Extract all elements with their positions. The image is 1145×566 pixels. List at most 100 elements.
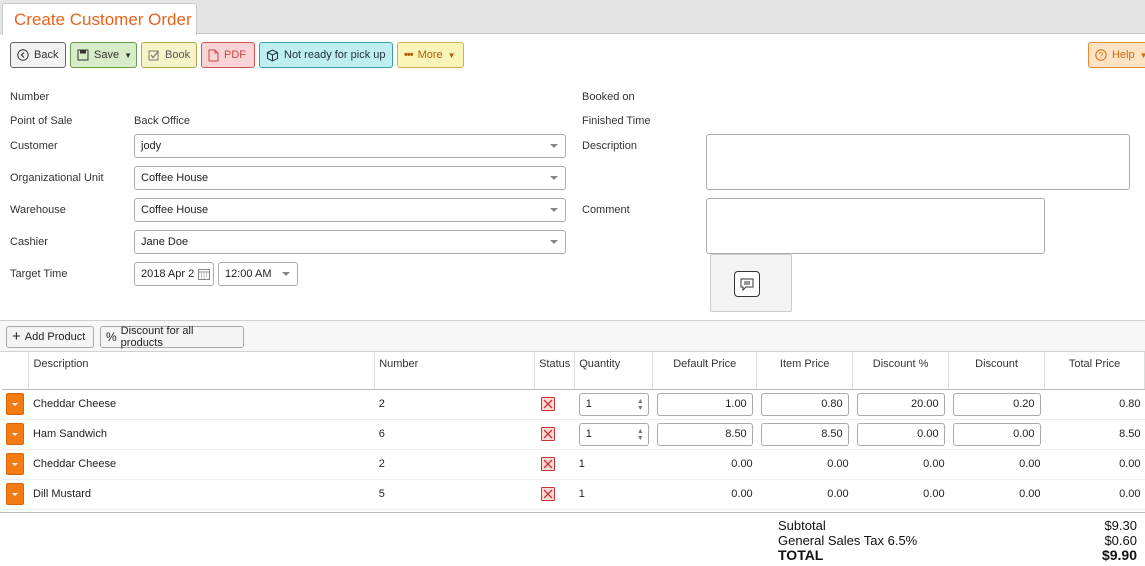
back-label: Back	[34, 49, 59, 61]
box-icon	[266, 48, 279, 62]
discount-all-button[interactable]: % Discount for all products	[100, 325, 244, 349]
col-number-header[interactable]: Number	[374, 352, 536, 390]
table-row: Ham Sandwich 6 1 ▲ ▼ 8.50 8.50 0.00 0.00 8…	[2, 419, 1145, 450]
status-x-icon[interactable]	[540, 487, 555, 501]
add-product-button[interactable]: + Add Product	[6, 326, 94, 348]
quantity-value: 1	[585, 427, 592, 440]
tab-bar: Create Customer Order	[0, 0, 1145, 35]
quantity-cell: 1	[574, 449, 653, 480]
description-label: Description	[582, 140, 638, 152]
cashier-select[interactable]: Jane Doe	[134, 230, 566, 254]
chevron-down-icon: ▼	[124, 50, 132, 60]
discount-input[interactable]: 0.00	[952, 422, 1041, 446]
discount-all-label: Discount for all products	[120, 325, 194, 349]
description-textarea[interactable]	[706, 134, 1130, 190]
default-price-input[interactable]: 8.50	[656, 422, 753, 446]
col-quantity-header[interactable]: Quantity	[574, 352, 654, 390]
row-menu-button[interactable]	[6, 483, 24, 505]
quantity-stepper[interactable]: 1 ▲ ▼	[578, 422, 649, 446]
tab-create-customer-order[interactable]: Create Customer Order	[2, 3, 197, 35]
status-x-icon[interactable]	[540, 457, 555, 471]
total-label: TOTAL	[778, 547, 824, 563]
chevron-down-icon	[12, 492, 18, 496]
add-product-label: Add Product	[24, 331, 86, 343]
help-label: Help	[1112, 49, 1135, 61]
col-status-header[interactable]: Status	[534, 352, 576, 390]
customer-select[interactable]: jody	[134, 134, 566, 158]
cashier-label: Cashier	[10, 236, 48, 248]
col-discount-pct-header[interactable]: Discount %	[852, 352, 950, 390]
discount-input[interactable]: 0.20	[952, 392, 1041, 416]
chevron-down-icon	[282, 272, 290, 276]
number-cell: 5	[374, 479, 535, 510]
number-label: Number	[10, 91, 50, 103]
target-time-label: Target Time	[10, 268, 68, 280]
quantity-stepper[interactable]: 1 ▲ ▼	[578, 392, 649, 416]
row-menu-cell	[2, 479, 29, 510]
target-time-value: 12:00 AM	[225, 268, 272, 280]
save-button[interactable]: Save ▼	[70, 42, 137, 68]
col-discount-header[interactable]: Discount	[948, 352, 1046, 390]
description-cell: Cheddar Cheese	[28, 389, 375, 420]
item-price-cell: 8.50	[756, 419, 853, 450]
item-price-input[interactable]: 0.80	[760, 392, 849, 416]
row-menu-button[interactable]	[6, 393, 24, 415]
item-price-input[interactable]: 8.50	[760, 422, 849, 446]
row-menu-cell	[2, 449, 29, 480]
discount-cell: 0.00	[948, 479, 1045, 510]
chevron-down-icon: ▼	[1139, 50, 1145, 60]
order-lines-table: Description Number Status Quantity Defau…	[2, 352, 1145, 510]
col-default-price-header[interactable]: Default Price	[652, 352, 758, 390]
table-row: Cheddar Cheese 2 1 ▲ ▼ 1.00 0.80 20.00 0.2…	[2, 389, 1145, 420]
table-row: Cheddar Cheese 2 1 0.00 0.00 0.00 0.00 0…	[2, 449, 1145, 480]
pdf-button[interactable]: PDF	[201, 42, 255, 68]
svg-text:?: ?	[1099, 51, 1104, 60]
org-unit-select[interactable]: Coffee House	[134, 166, 566, 190]
target-time-select[interactable]: 12:00 AM	[218, 262, 298, 286]
status-x-icon[interactable]	[540, 397, 555, 411]
comment-textarea[interactable]	[706, 198, 1045, 254]
point-of-sale-value: Back Office	[134, 115, 191, 127]
comment-label: Comment	[582, 204, 630, 216]
product-actions-bar: + Add Product % Discount for all product…	[0, 320, 1145, 352]
warehouse-label: Warehouse	[10, 204, 66, 216]
col-description-header[interactable]: Description	[28, 352, 376, 390]
description-cell: Ham Sandwich	[28, 419, 375, 450]
status-cell	[534, 419, 575, 450]
warehouse-select[interactable]: Coffee House	[134, 198, 566, 222]
order-totals: Subtotal $9.30 General Sales Tax 6.5% $0…	[0, 512, 1145, 566]
tax-value: $0.60	[1104, 533, 1137, 548]
status-cell	[534, 449, 575, 480]
calendar-icon[interactable]	[198, 268, 210, 283]
help-button[interactable]: ? Help ▼	[1088, 42, 1145, 68]
chevron-down-icon	[12, 462, 18, 466]
target-date-input[interactable]: 2018 Apr 26	[134, 262, 214, 286]
chevron-down-icon	[550, 144, 558, 148]
more-button[interactable]: ••• More ▼	[397, 42, 464, 68]
chevron-down-icon	[12, 402, 18, 406]
col-item-price-header[interactable]: Item Price	[756, 352, 854, 390]
discount-pct-input[interactable]: 0.00	[856, 422, 945, 446]
row-menu-button[interactable]	[6, 423, 24, 445]
warehouse-value: Coffee House	[141, 204, 209, 216]
default-price-input[interactable]: 1.00	[656, 392, 753, 416]
back-arrow-icon	[17, 49, 29, 61]
status-cell	[534, 479, 575, 510]
status-x-icon[interactable]	[540, 427, 555, 441]
book-button[interactable]: Book	[141, 42, 197, 68]
description-cell: Dill Mustard	[28, 479, 375, 510]
spinner-arrows-icon[interactable]: ▲ ▼	[637, 398, 644, 412]
spinner-arrows-icon[interactable]: ▲ ▼	[637, 428, 644, 442]
item-price-cell: 0.00	[756, 479, 853, 510]
cashier-value: Jane Doe	[141, 236, 189, 248]
document-icon	[208, 49, 219, 62]
discount-pct-input[interactable]: 20.00	[856, 392, 945, 416]
back-button[interactable]: Back	[10, 42, 66, 68]
col-total-price-header[interactable]: Total Price	[1044, 352, 1145, 390]
pickup-status-button[interactable]: Not ready for pick up	[259, 42, 393, 68]
row-menu-button[interactable]	[6, 453, 24, 475]
add-comment-button[interactable]	[710, 254, 792, 312]
row-menu-cell	[2, 389, 29, 420]
chevron-down-icon	[550, 208, 558, 212]
discount-pct-cell: 0.00	[852, 479, 949, 510]
